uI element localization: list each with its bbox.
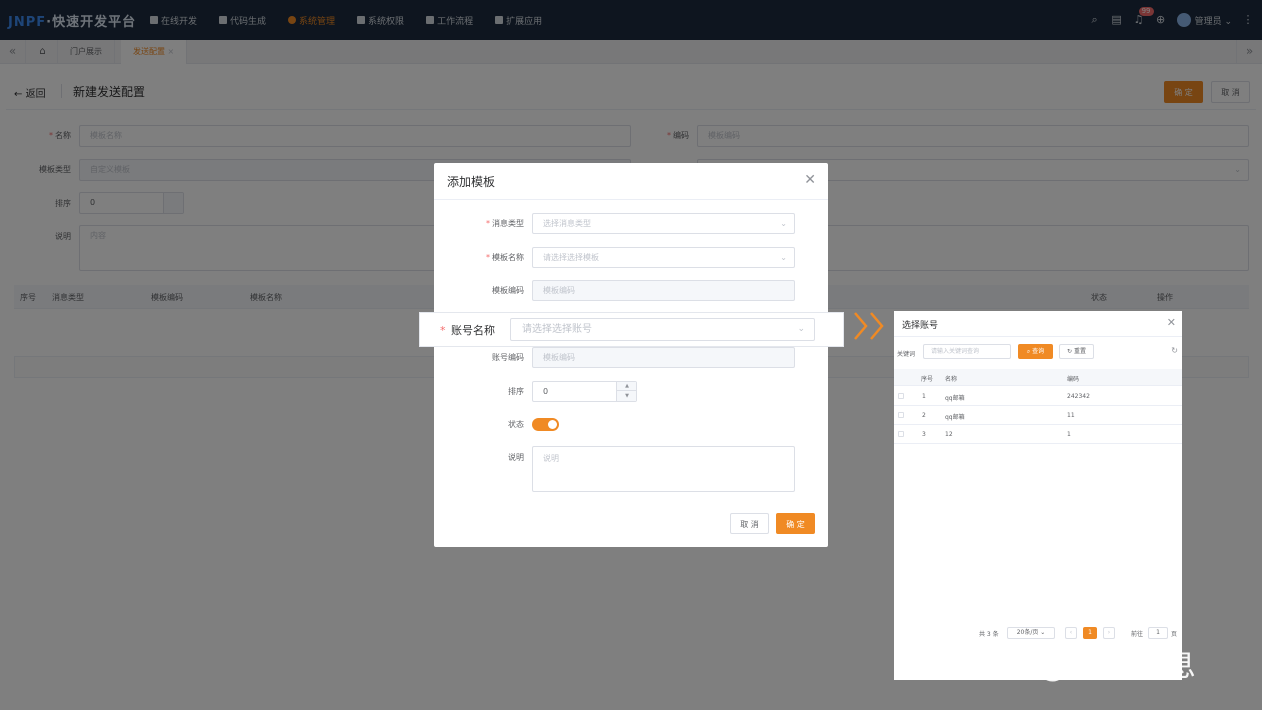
dialog-sort-stepper[interactable]: 0 ▲ ▼ [532, 381, 637, 402]
row-index: 3 [922, 431, 926, 438]
tpl-name-select[interactable]: 请选择选择模板 ⌄ [532, 247, 795, 268]
next-page-icon[interactable]: › [1103, 627, 1115, 639]
add-template-dialog: 添加模板 ✕ * 消息类型 选择消息类型 ⌄ * 模板名称 请选择选择模板 ⌄ 模板编码… [434, 163, 828, 547]
goto-label: 前往 [1131, 631, 1144, 638]
keyword-input[interactable]: 请输入关键词查询 [923, 344, 1011, 359]
chevron-down-icon: ⌄ [780, 219, 787, 228]
double-chevron-right-icon [854, 312, 884, 340]
row-index: 2 [922, 412, 926, 419]
divider [434, 199, 828, 200]
row-name: qq邮箱 [945, 395, 965, 402]
table-row[interactable]: 1 qq邮箱 242342 [894, 387, 1182, 406]
row-code: 1 [1067, 431, 1071, 438]
page-unit-label: 页 [1171, 631, 1178, 638]
account-name-label: * 账号名称 [440, 324, 495, 337]
col-code: 编码 [1067, 376, 1080, 383]
account-name-select[interactable]: 请选择选择账号 ⌄ [510, 318, 815, 341]
tpl-code-label: 模板编码 [492, 286, 524, 295]
col-name: 名称 [945, 376, 958, 383]
page-size-select[interactable]: 20条/页 ⌄ [1007, 627, 1055, 639]
row-checkbox[interactable] [898, 412, 904, 418]
reset-button[interactable]: ↻ 重置 [1059, 344, 1094, 359]
table-row[interactable]: 2 qq邮箱 11 [894, 406, 1182, 425]
tpl-name-label: * 模板名称 [486, 253, 524, 262]
account-table-header: 序号 名称 编码 [894, 369, 1182, 386]
chevron-down-icon: ⌄ [780, 253, 787, 262]
row-name: 12 [945, 431, 953, 438]
dialog-sort-label: 排序 [508, 387, 524, 396]
divider [894, 336, 1182, 337]
chevron-down-icon[interactable]: ▼ [617, 392, 637, 401]
chevron-up-icon[interactable]: ▲ [617, 382, 637, 391]
search-icon: ⌕ [1026, 348, 1031, 355]
refresh-icon: ↻ [1067, 348, 1073, 355]
select-account-panel: 选择账号 ✕ 关键词 请输入关键词查询 ⌕ 查询 ↻ 重置 ↻ 序号 名称 编码… [894, 311, 1182, 680]
current-page[interactable]: 1 [1083, 627, 1097, 639]
row-code: 242342 [1067, 393, 1090, 400]
chevron-down-icon: ⌄ [797, 324, 805, 334]
watermark: 知乎 @引迈信息 [962, 648, 1197, 684]
dialog-title: 添加模板 [447, 175, 496, 189]
row-name: qq邮箱 [945, 414, 965, 421]
close-icon[interactable]: ✕ [1167, 316, 1176, 329]
row-checkbox[interactable] [898, 393, 904, 399]
keyword-label: 关键词 [897, 351, 916, 358]
search-button[interactable]: ⌕ 查询 [1018, 344, 1053, 359]
prev-page-icon[interactable]: ‹ [1065, 627, 1077, 639]
refresh-icon[interactable]: ↻ [1171, 346, 1178, 355]
row-index: 1 [922, 393, 926, 400]
account-code-label: 账号编码 [492, 353, 524, 362]
close-icon[interactable]: ✕ [804, 172, 816, 188]
msg-type-label: * 消息类型 [486, 219, 524, 228]
tpl-code-input: 模板编码 [532, 280, 795, 301]
row-checkbox[interactable] [898, 431, 904, 437]
account-code-input: 模板编码 [532, 347, 795, 368]
dialog-cancel-button[interactable]: 取 消 [730, 513, 769, 534]
total-count: 共 3 条 [979, 631, 999, 638]
dialog-desc-textarea[interactable]: 说明 [532, 446, 795, 492]
row-code: 11 [1067, 412, 1075, 419]
toggle-knob [548, 420, 557, 429]
stepper-controls: ▲ ▼ [616, 382, 637, 401]
msg-type-select[interactable]: 选择消息类型 ⌄ [532, 213, 795, 234]
col-index: 序号 [921, 376, 934, 383]
account-name-row-highlight: * 账号名称 请选择选择账号 ⌄ [420, 313, 843, 346]
panel-title: 选择账号 [902, 321, 939, 331]
status-label: 状态 [508, 420, 524, 429]
dialog-confirm-button[interactable]: 确 定 [776, 513, 815, 534]
table-row[interactable]: 3 12 1 [894, 425, 1182, 444]
dialog-desc-label: 说明 [508, 453, 524, 462]
status-toggle[interactable] [532, 418, 559, 431]
goto-page-input[interactable]: 1 [1148, 627, 1168, 639]
